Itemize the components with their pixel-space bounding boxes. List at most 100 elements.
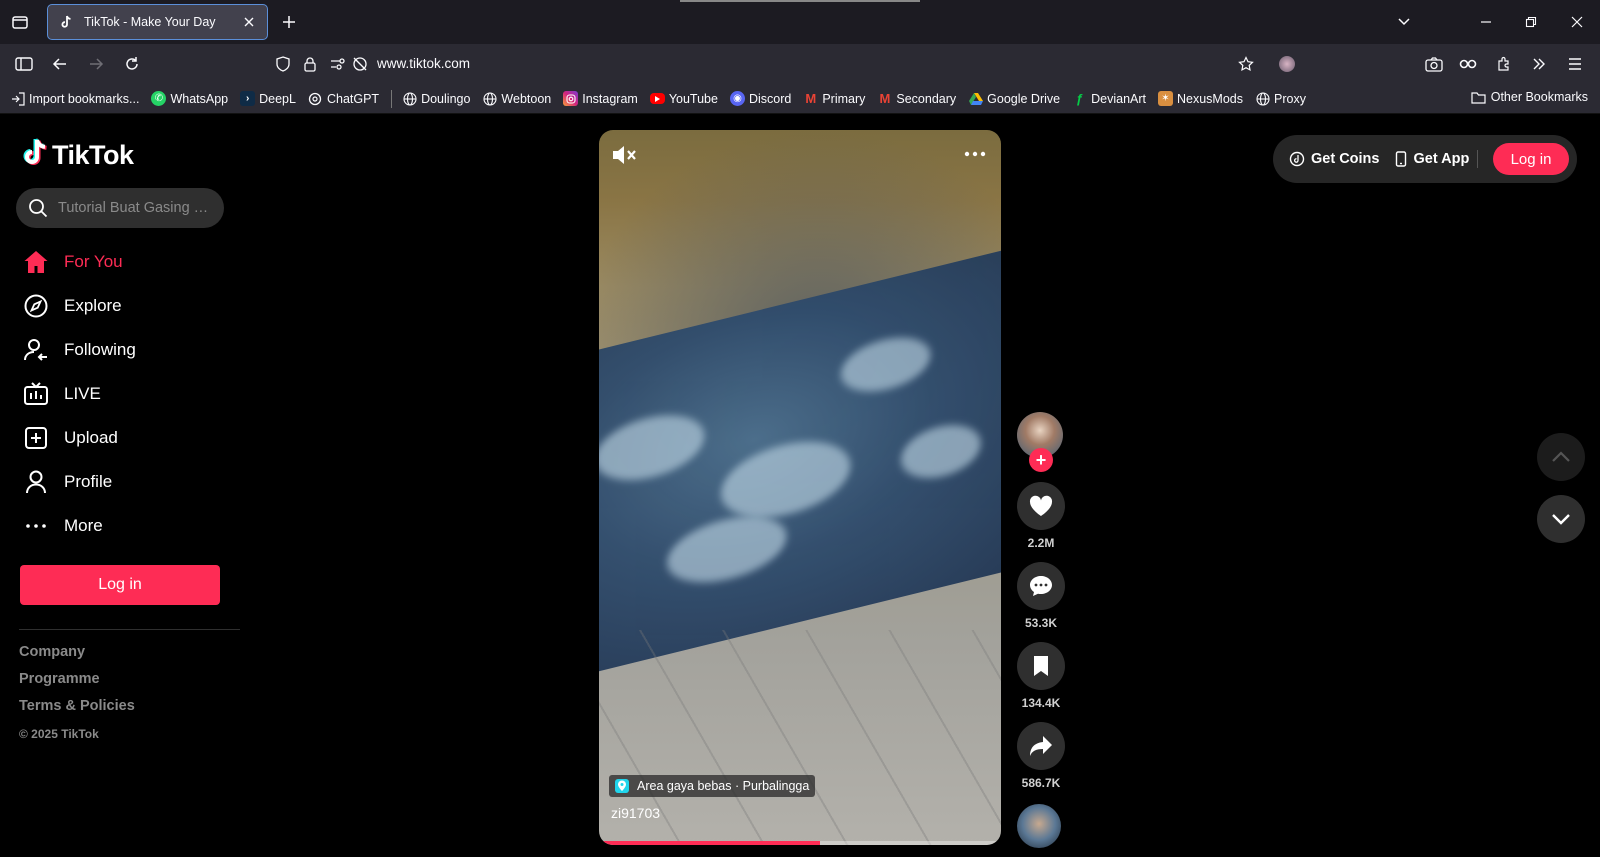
tiktok-logo[interactable]: TikTok: [22, 138, 134, 173]
search-icon: [28, 198, 48, 218]
bookmark-label: Import bookmarks...: [29, 91, 140, 106]
nav-item-more[interactable]: More: [22, 504, 232, 548]
nav-item-explore[interactable]: Explore: [22, 284, 232, 328]
restore-icon[interactable]: [1521, 12, 1541, 32]
tab-overflow-chevron-icon[interactable]: [1394, 12, 1414, 32]
phone-icon: [1395, 151, 1407, 167]
tracking-shield-icon[interactable]: [273, 54, 293, 74]
sidebar-toggle-icon[interactable]: [14, 54, 34, 74]
lock-icon[interactable]: [300, 54, 320, 74]
bookmark-star-icon[interactable]: [1236, 54, 1256, 74]
previous-video-button[interactable]: [1537, 433, 1585, 481]
bookmark-label: YouTube: [668, 91, 718, 106]
account-avatar-icon[interactable]: [1277, 54, 1297, 74]
heart-icon[interactable]: [1017, 482, 1065, 530]
url-bar[interactable]: www.tiktok.com: [377, 56, 470, 71]
logo-text: TikTok: [52, 140, 134, 170]
get-app-button[interactable]: Get App: [1395, 151, 1469, 167]
bookmark-webtoon[interactable]: Webtoon: [482, 91, 551, 106]
chevron-down-icon: [1552, 514, 1570, 525]
nav-item-upload[interactable]: Upload: [22, 416, 232, 460]
bookmark-proxy[interactable]: Proxy: [1255, 91, 1306, 106]
bookmark-deepl[interactable]: › DeepL: [240, 91, 296, 106]
bookmark-import[interactable]: Import bookmarks...: [10, 91, 139, 106]
bookmark-youtube[interactable]: YouTube: [649, 91, 718, 106]
video-player[interactable]: Area gaya bebas · Purbalingga zi91703: [599, 130, 1001, 845]
camera-blocked-icon[interactable]: [350, 54, 370, 74]
extensions-icon[interactable]: [1494, 54, 1514, 74]
search-input[interactable]: Tutorial Buat Gasing P...: [16, 188, 224, 228]
follow-plus-button[interactable]: +: [1029, 448, 1053, 472]
reload-icon[interactable]: [122, 54, 142, 74]
bookmark-discord[interactable]: ◉ Discord: [729, 91, 791, 106]
like-count: 2.2M: [1027, 536, 1055, 550]
video-username[interactable]: zi91703: [611, 805, 660, 821]
browser-tab[interactable]: TikTok - Make Your Day: [47, 4, 268, 40]
other-bookmarks[interactable]: Other Bookmarks: [1471, 90, 1588, 104]
bookmark-primary[interactable]: M Primary: [803, 91, 865, 106]
video-more-icon[interactable]: [963, 144, 987, 164]
chatgpt-icon: [308, 91, 323, 106]
bookmark-instagram[interactable]: Instagram: [563, 91, 638, 106]
get-coins-button[interactable]: Get Coins: [1289, 151, 1379, 167]
footer-link-terms[interactable]: Terms & Policies: [19, 698, 135, 725]
save-action[interactable]: 134.4K: [1017, 642, 1065, 710]
video-actions: + 2.2M 53.3K 134.4K 586.7K: [1017, 412, 1065, 848]
nav-item-for-you[interactable]: For You: [22, 240, 232, 284]
upload-icon: [22, 424, 50, 452]
bookmark-nexusmods[interactable]: ✶ NexusMods: [1158, 91, 1243, 106]
nav-item-following[interactable]: Following: [22, 328, 232, 372]
nav-label: LIVE: [64, 384, 101, 403]
header-divider: [1477, 150, 1479, 168]
browser-navbar: www.tiktok.com: [0, 44, 1600, 84]
comment-action[interactable]: 53.3K: [1017, 562, 1065, 630]
nav-item-profile[interactable]: Profile: [22, 460, 232, 504]
bookmark-google-drive[interactable]: Google Drive: [968, 91, 1060, 106]
other-bookmarks-label: Other Bookmarks: [1490, 90, 1588, 104]
bookmark-deviantart[interactable]: ƒ DevianArt: [1072, 91, 1146, 106]
footer-link-company[interactable]: Company: [19, 644, 135, 671]
bookmark-doulingo[interactable]: Doulingo: [402, 91, 470, 106]
nav-label: More: [64, 516, 103, 535]
nexusmods-icon: ✶: [1158, 91, 1173, 106]
nav-label: Upload: [64, 428, 118, 447]
bookmark-secondary[interactable]: M Secondary: [877, 91, 956, 106]
tiktok-favicon-icon: [58, 14, 74, 30]
overflow-chevrons-icon[interactable]: [1529, 54, 1549, 74]
share-action[interactable]: 586.7K: [1017, 722, 1065, 790]
header-login-button[interactable]: Log in: [1493, 143, 1569, 175]
nav-label: Explore: [64, 296, 122, 315]
bookmark-icon[interactable]: [1017, 642, 1065, 690]
close-tab-icon[interactable]: [241, 14, 257, 30]
comment-icon[interactable]: [1017, 562, 1065, 610]
live-icon: [22, 380, 50, 408]
mute-icon[interactable]: [611, 144, 637, 166]
menu-hamburger-icon[interactable]: [1565, 54, 1585, 74]
creator-avatar[interactable]: +: [1017, 412, 1065, 472]
music-disc[interactable]: [1017, 804, 1061, 848]
close-window-icon[interactable]: [1567, 12, 1587, 32]
bookmark-whatsapp[interactable]: ✆ WhatsApp: [151, 91, 228, 106]
list-tabs-icon[interactable]: [10, 12, 30, 32]
youtube-icon: [649, 93, 665, 104]
permissions-icon[interactable]: [328, 54, 348, 74]
video-progress-bar[interactable]: [599, 841, 1001, 845]
back-icon[interactable]: [50, 54, 70, 74]
private-mask-icon[interactable]: [1458, 54, 1478, 74]
bookmark-chatgpt[interactable]: ChatGPT: [308, 91, 379, 106]
forward-icon[interactable]: [86, 54, 106, 74]
globe-icon: [482, 91, 497, 106]
coin-icon: [1289, 151, 1305, 167]
next-video-button[interactable]: [1537, 495, 1585, 543]
new-tab-icon[interactable]: [279, 12, 299, 32]
location-tag[interactable]: Area gaya bebas · Purbalingga: [609, 775, 816, 797]
screenshot-icon[interactable]: [1424, 54, 1444, 74]
minimize-icon[interactable]: [1476, 12, 1496, 32]
bookmark-label: NexusMods: [1177, 91, 1243, 106]
browser-tabbar: TikTok - Make Your Day: [0, 0, 1600, 44]
like-action[interactable]: 2.2M: [1017, 482, 1065, 550]
share-icon[interactable]: [1017, 722, 1065, 770]
sidebar-login-button[interactable]: Log in: [20, 565, 220, 605]
nav-item-live[interactable]: LIVE: [22, 372, 232, 416]
footer-link-programme[interactable]: Programme: [19, 671, 135, 698]
